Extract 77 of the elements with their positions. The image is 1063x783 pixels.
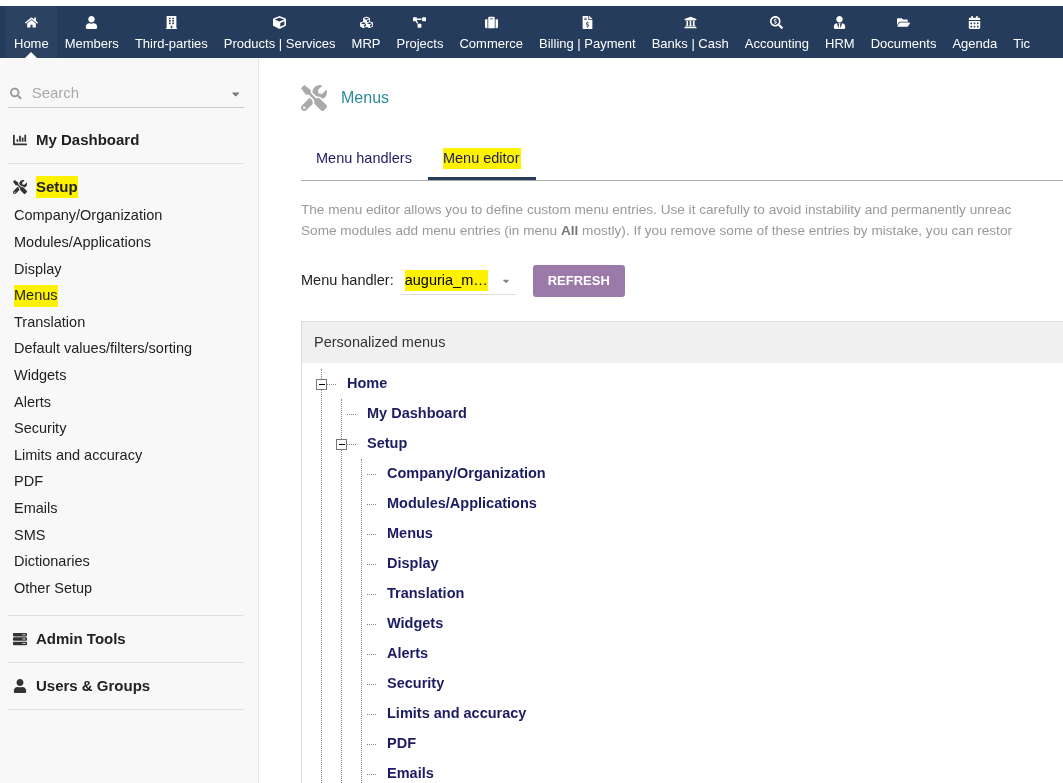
menu-link[interactable]: Emails [14, 497, 58, 520]
folder-icon [897, 15, 911, 29]
nav-tab[interactable]: Third-parties [126, 6, 216, 58]
briefcase-icon [484, 15, 498, 29]
tree-item[interactable]: Modules/Applications [387, 493, 537, 515]
tree-item[interactable]: Display [387, 553, 439, 575]
section-link[interactable]: Users & Groups [36, 674, 151, 698]
tree-item[interactable]: Widgets [387, 613, 444, 635]
section-link[interactable]: Setup [36, 175, 78, 199]
tree-item[interactable]: Setup [367, 433, 408, 455]
nav-tab[interactable]: HRM [817, 6, 863, 58]
menu-link[interactable]: Security [14, 418, 67, 440]
tree-item[interactable]: Home [347, 373, 388, 395]
invoice-icon [580, 15, 594, 29]
calendar-icon [968, 15, 982, 29]
section-link[interactable]: My Dashboard [36, 128, 140, 152]
search-icon [10, 86, 22, 101]
menu-link[interactable]: Menus [14, 285, 58, 307]
menu-link[interactable]: SMS [14, 524, 46, 547]
bank-icon [683, 15, 697, 29]
tree-item[interactable]: My Dashboard [367, 403, 467, 425]
description-text: The menu editor allows you to define custom menu entries. Use it carefully to avoid instability and permanently unreac [301, 201, 1013, 219]
menu-link[interactable]: Dictionaries [14, 551, 90, 573]
nav-tab[interactable]: Accounting [736, 6, 818, 58]
nav-tab[interactable]: Home [6, 6, 57, 58]
menu-link[interactable]: Company/Organization [14, 205, 163, 228]
search-field[interactable]: Search [31, 82, 231, 105]
menu-link[interactable]: Alerts [14, 391, 52, 414]
field-label: Menu handler: [301, 271, 394, 291]
menu-link[interactable]: Translation [14, 311, 86, 334]
chart-icon [12, 133, 28, 147]
menu-link[interactable]: PDF [14, 471, 43, 494]
tab[interactable]: Menu editor [427, 137, 536, 180]
cubes-icon [359, 15, 373, 29]
tree-item[interactable]: Company/Organization [387, 463, 546, 485]
section-link[interactable]: Admin Tools [36, 627, 126, 651]
tree-item[interactable]: PDF [387, 733, 416, 755]
tree-item[interactable]: Menus [387, 523, 433, 545]
tools-icon [301, 85, 327, 111]
building-icon [164, 15, 178, 29]
menu-link[interactable]: Modules/Applications [14, 232, 152, 254]
tree-item[interactable]: Alerts [387, 643, 429, 665]
menu-link[interactable]: Default values/filters/sorting [14, 338, 193, 361]
user-icon [12, 678, 28, 693]
tree-item[interactable]: Limits and accuracy [387, 703, 527, 725]
panel-header: Personalized menus [302, 322, 1063, 363]
diagram-icon [413, 15, 427, 29]
page-title: Menus [341, 88, 390, 108]
collapse-toggle[interactable] [336, 438, 347, 450]
user-icon [85, 15, 99, 29]
nav-tab[interactable]: Tic [1005, 6, 1039, 58]
menu-link[interactable]: Display [14, 258, 62, 281]
tree-item[interactable]: Security [387, 673, 445, 695]
refresh-button[interactable]: REFRESH [532, 265, 625, 297]
tree-item[interactable]: Emails [387, 763, 434, 783]
tree-item[interactable]: Translation [387, 583, 465, 605]
nav-tab[interactable]: Members [56, 6, 127, 58]
menu-link[interactable]: Widgets [14, 365, 67, 387]
nav-tab[interactable]: Products | Services [215, 6, 344, 58]
person-icon [833, 15, 847, 29]
collapse-toggle[interactable] [316, 378, 327, 390]
nav-tab[interactable]: Billing | Payment [531, 6, 644, 58]
nav-tab[interactable]: MRP [343, 6, 389, 58]
tools-icon [12, 180, 28, 194]
description-text: Some modules add menu entries (in menu All mostly). If you remove some of these entries by mistake, you can restor [301, 222, 1013, 240]
menu-link[interactable]: Other Setup [14, 577, 93, 600]
cube-icon [273, 15, 287, 29]
server-icon [12, 631, 28, 646]
nav-tab[interactable]: Agenda [944, 6, 1006, 58]
nav-tab[interactable]: Documents [862, 6, 945, 58]
nav-tab[interactable]: Projects [388, 6, 452, 58]
nav-tab[interactable]: Commerce [451, 6, 532, 58]
menu-link[interactable]: Limits and accuracy [14, 444, 143, 467]
nav-tab[interactable]: Banks | Cash [643, 6, 737, 58]
magnifier-icon [770, 15, 784, 29]
house-icon [24, 15, 38, 29]
tab[interactable]: Menu handlers [301, 137, 428, 180]
